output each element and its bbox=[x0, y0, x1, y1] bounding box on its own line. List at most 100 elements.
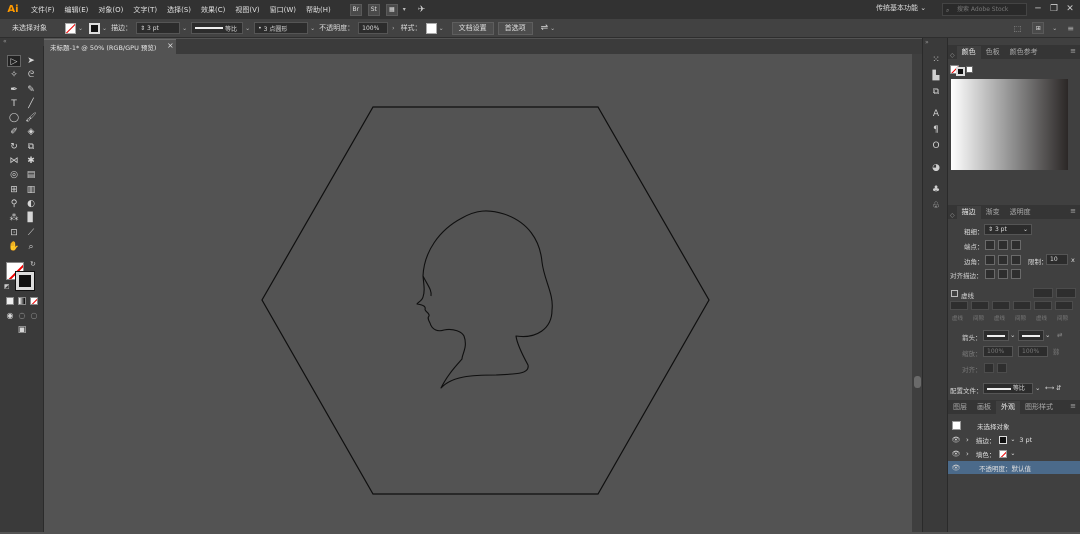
align-dash-button[interactable] bbox=[1056, 288, 1076, 298]
pen-tool-icon[interactable]: ✒ bbox=[7, 84, 21, 96]
magic-wand-tool-icon[interactable]: ✧ bbox=[7, 69, 21, 81]
align-inside-button[interactable] bbox=[998, 269, 1008, 279]
fill-row-label[interactable]: 填色： bbox=[976, 449, 996, 459]
chevron-down-icon[interactable]: ⌄ bbox=[1035, 384, 1040, 392]
tab-color-guide[interactable]: 颜色参考 bbox=[1005, 46, 1043, 59]
mesh-tool-icon[interactable]: ⊞ bbox=[7, 184, 21, 196]
scrollbar-thumb[interactable] bbox=[914, 376, 921, 388]
start-arrowhead-select[interactable] bbox=[983, 330, 1009, 341]
chevron-down-icon[interactable]: ⌄ bbox=[78, 25, 83, 32]
stroke-label[interactable]: 描边： bbox=[111, 23, 132, 33]
zoom-tool-icon[interactable]: ⌕ bbox=[24, 241, 38, 253]
butt-cap-button[interactable] bbox=[985, 240, 995, 250]
direct-selection-tool-icon[interactable]: ➤ bbox=[24, 55, 38, 67]
screen-mode-icon[interactable]: ▣ bbox=[15, 324, 29, 336]
character-icon[interactable]: A bbox=[930, 108, 942, 120]
weight-field[interactable]: ⇕ 3 pt ⌄ bbox=[984, 224, 1032, 235]
dash-field-1[interactable] bbox=[950, 301, 968, 310]
collapse-icon[interactable]: » bbox=[925, 39, 929, 46]
swap-arrows-icon[interactable]: ⇄ bbox=[1057, 331, 1062, 339]
panel-collapse-icon[interactable]: ◇ bbox=[948, 52, 957, 59]
width-tool-icon[interactable]: ⋈ bbox=[7, 155, 21, 167]
default-colors-icon[interactable]: ◩ bbox=[4, 283, 10, 290]
curvature-tool-icon[interactable]: ✎ bbox=[24, 84, 38, 96]
end-scale-field[interactable]: 100% bbox=[1018, 346, 1048, 357]
chevron-down-icon[interactable]: ⌄ bbox=[439, 25, 444, 32]
stroke-swatch[interactable] bbox=[89, 22, 101, 34]
color-mode-icon[interactable] bbox=[6, 297, 14, 305]
gradient-tool-icon[interactable]: ▥ bbox=[24, 184, 38, 196]
paintbrush-tool-icon[interactable]: 🖌 bbox=[24, 112, 38, 124]
round-cap-button[interactable] bbox=[998, 240, 1008, 250]
opacity-label[interactable]: 不透明度： bbox=[319, 23, 354, 33]
menu-edit[interactable]: 编辑(E) bbox=[60, 5, 94, 15]
color-spectrum[interactable] bbox=[951, 79, 1068, 170]
projecting-cap-button[interactable] bbox=[1011, 240, 1021, 250]
slice-tool-icon[interactable]: ⟋ bbox=[24, 227, 38, 239]
color-panel-stroke-swatch[interactable] bbox=[956, 67, 965, 76]
chevron-down-icon[interactable]: ⌄ bbox=[1045, 331, 1050, 339]
chevron-right-icon[interactable]: › bbox=[966, 436, 969, 444]
opacity-row-label[interactable]: 不透明度：默认值 bbox=[979, 463, 1031, 473]
chevron-down-icon[interactable]: ⌄ bbox=[102, 25, 107, 32]
minimize-button[interactable]: ─ bbox=[1032, 3, 1044, 15]
artboards-icon[interactable]: ⧉ bbox=[930, 86, 942, 98]
panel-menu-icon[interactable]: ≡ bbox=[1070, 47, 1076, 55]
chevron-down-icon[interactable]: ⌄ bbox=[1010, 436, 1015, 443]
rotate-tool-icon[interactable]: ↻ bbox=[7, 141, 21, 153]
stroke-row-swatch[interactable] bbox=[999, 435, 1008, 444]
gpu-performance-icon[interactable]: ✈ bbox=[418, 5, 426, 15]
panel-menu-icon[interactable]: ≡ bbox=[1070, 402, 1076, 410]
appearance-stroke-row[interactable]: 👁 › 描边： ⌄ 3 pt bbox=[948, 433, 1080, 446]
symbol-sprayer-tool-icon[interactable]: ⁂ bbox=[7, 212, 21, 224]
document-tab[interactable]: 未标题-1* @ 50% (RGB/GPU 预览) × bbox=[44, 39, 176, 54]
menu-select[interactable]: 选择(S) bbox=[162, 5, 196, 15]
close-button[interactable]: ✕ bbox=[1064, 3, 1076, 15]
document-setup-button[interactable]: 文档设置 bbox=[451, 21, 494, 35]
artboard-tool-icon[interactable]: ⊡ bbox=[7, 227, 21, 239]
link-icon[interactable]: ⛓ bbox=[1052, 348, 1060, 356]
profile-select[interactable]: 等比 bbox=[983, 383, 1033, 394]
gap-field-2[interactable] bbox=[1013, 301, 1031, 310]
isolate-icon[interactable]: ⬚ bbox=[1014, 24, 1022, 33]
tab-stroke[interactable]: 描边 bbox=[956, 206, 981, 219]
dash-field-2[interactable] bbox=[992, 301, 1010, 310]
eye-icon[interactable]: 👁 bbox=[951, 464, 961, 472]
align-center-button[interactable] bbox=[985, 269, 995, 279]
symbols-icon[interactable]: ♣ bbox=[930, 184, 942, 196]
vertical-scrollbar[interactable] bbox=[912, 54, 922, 532]
white-swatch[interactable] bbox=[966, 66, 973, 73]
eyedropper-tool-icon[interactable]: ⚲ bbox=[7, 198, 21, 210]
flip-along-icon[interactable]: ⟷ bbox=[1045, 384, 1054, 392]
menu-file[interactable]: 文件(F) bbox=[26, 5, 60, 15]
bevel-join-button[interactable] bbox=[1011, 255, 1021, 265]
flip-across-icon[interactable]: ⇵ bbox=[1056, 384, 1061, 392]
end-arrowhead-select[interactable] bbox=[1018, 330, 1044, 341]
stock-search-input[interactable]: ⌕ 搜索 Adobe Stock bbox=[942, 3, 1027, 16]
opentype-icon[interactable]: O bbox=[930, 140, 942, 152]
start-scale-field[interactable]: 100% bbox=[983, 346, 1013, 357]
blend-tool-icon[interactable]: ◐ bbox=[24, 198, 38, 210]
panel-menu-icon[interactable]: ≡ bbox=[1067, 24, 1074, 33]
shape-builder-tool-icon[interactable]: ◎ bbox=[7, 169, 21, 181]
stepper-icon[interactable]: ⇕ bbox=[140, 25, 145, 32]
appearance-opacity-row[interactable]: 👁 不透明度：默认值 bbox=[948, 461, 1080, 474]
panel-collapse-icon[interactable]: ◇ bbox=[948, 212, 957, 219]
tab-artboards[interactable]: 画板 bbox=[972, 401, 996, 414]
tab-layers[interactable]: 图层 bbox=[948, 401, 972, 414]
menu-window[interactable]: 窗口(W) bbox=[265, 5, 301, 15]
workspace-switcher[interactable]: 传统基本功能 ⌄ bbox=[876, 3, 926, 13]
chevron-down-icon[interactable]: ⌄ bbox=[182, 25, 187, 32]
brush-definition[interactable]: • 3 点圆形 bbox=[254, 22, 309, 34]
fill-row-swatch[interactable] bbox=[999, 449, 1008, 458]
draw-inside-icon[interactable]: ○ bbox=[27, 310, 41, 322]
paragraph-icon[interactable]: ¶ bbox=[930, 124, 942, 136]
fill-swatch[interactable] bbox=[65, 22, 76, 34]
appearance-fill-row[interactable]: 👁 › 填色： ⌄ bbox=[948, 447, 1080, 460]
menu-object[interactable]: 对象(O) bbox=[93, 5, 128, 15]
chevron-down-icon[interactable]: ⌄ bbox=[550, 25, 555, 32]
tab-gradient[interactable]: 渐变 bbox=[981, 206, 1005, 219]
gradient-mode-icon[interactable] bbox=[18, 297, 26, 305]
chevron-down-icon[interactable]: ⌄ bbox=[245, 25, 250, 32]
menu-view[interactable]: 视图(V) bbox=[230, 5, 264, 15]
